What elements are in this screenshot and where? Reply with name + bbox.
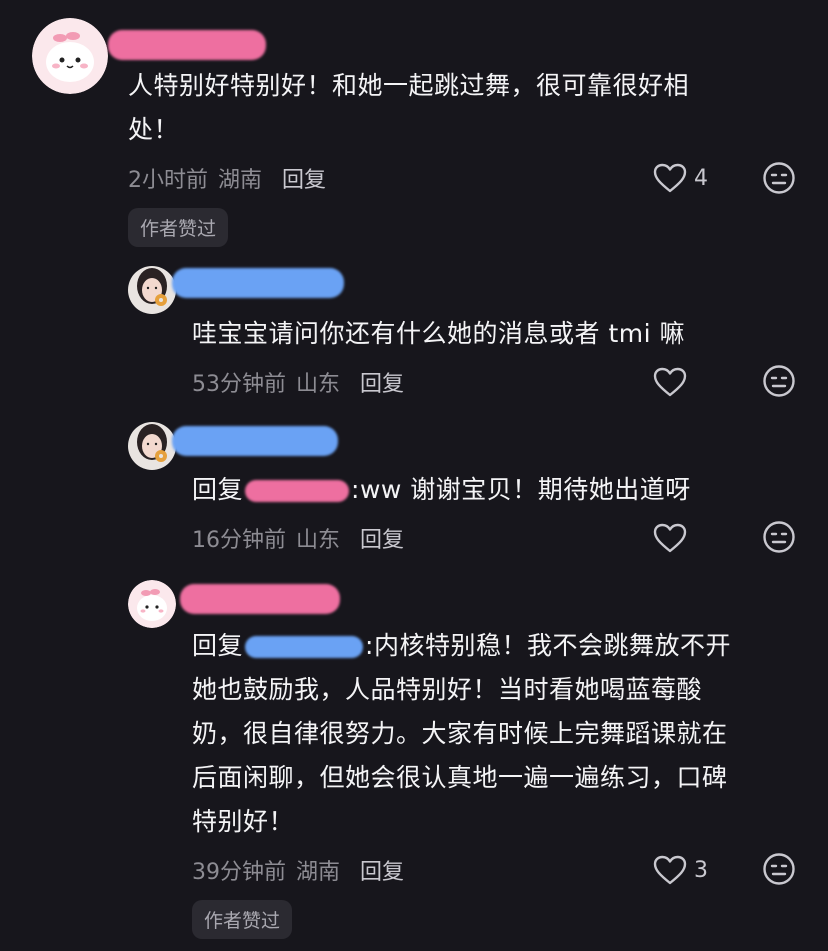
- comment-time: 16分钟前: [192, 528, 286, 553]
- comment-text-line: 哇宝宝请问你还有什么她的消息或者 tmi 嘛: [192, 319, 685, 348]
- redacted-username: [172, 426, 338, 456]
- comment-text-line: 后面闲聊，但她会很认真地一遍一遍练习，口碑: [192, 763, 728, 792]
- avatar[interactable]: [32, 18, 108, 94]
- reply-prefix: 回复: [192, 631, 244, 660]
- comment-text-line: 奶，很自律很努力。大家有时候上完舞蹈课就在: [192, 719, 728, 748]
- comment-time: 39分钟前: [192, 860, 286, 885]
- comment-location: 湖南: [218, 168, 263, 193]
- redacted-mention: [245, 480, 350, 502]
- dislike-button[interactable]: [762, 852, 796, 890]
- like-count: 3: [694, 857, 708, 883]
- reply-button[interactable]: 回复: [360, 366, 404, 398]
- comment-location: 湖南: [296, 860, 341, 885]
- redacted-username: [108, 30, 266, 60]
- redacted-username: [172, 268, 344, 298]
- reply-button[interactable]: 回复: [360, 854, 404, 886]
- meh-face-icon: [763, 853, 795, 885]
- like-button[interactable]: 4: [652, 162, 708, 194]
- meh-face-icon: [763, 521, 795, 553]
- reply-text: :ww 谢谢宝贝！期待她出道呀: [351, 475, 691, 504]
- reply-button[interactable]: 回复: [282, 162, 326, 194]
- comment-meta: 53分钟前 山东 回复: [192, 366, 404, 398]
- comment-meta: 39分钟前 湖南 回复: [192, 854, 404, 886]
- redacted-username: [180, 584, 340, 614]
- heart-outline-icon: [653, 163, 687, 193]
- avatar[interactable]: [128, 422, 176, 470]
- dislike-button[interactable]: [762, 520, 796, 558]
- author-liked-badge: 作者赞过: [128, 208, 229, 247]
- like-button[interactable]: [652, 366, 688, 398]
- comment-text-line: 她也鼓励我，人品特别好！当时看她喝蓝莓酸: [192, 675, 703, 704]
- dislike-button[interactable]: [762, 161, 796, 199]
- comment-text-line: 特别好！: [192, 807, 295, 836]
- comment-meta: 2小时前 湖南 回复: [128, 162, 326, 194]
- reply-prefix: 回复: [192, 475, 244, 504]
- reply-button[interactable]: 回复: [360, 522, 404, 554]
- comment-meta: 16分钟前 山东 回复: [192, 522, 404, 554]
- like-count: 4: [694, 165, 708, 191]
- comment-location: 山东: [296, 528, 341, 553]
- meh-face-icon: [763, 365, 795, 397]
- comment-time: 2小时前: [128, 168, 208, 193]
- like-button[interactable]: [652, 522, 688, 554]
- comment-time: 53分钟前: [192, 372, 286, 397]
- heart-outline-icon: [653, 367, 687, 397]
- comment-location: 山东: [296, 372, 341, 397]
- comment-text-line: 回复 :内核特别稳！我不会跳舞放不开: [192, 624, 731, 668]
- comment-text-line: 处！: [128, 115, 180, 144]
- meh-face-icon: [763, 162, 795, 194]
- heart-outline-icon: [653, 855, 687, 885]
- reply-text: :内核特别稳！我不会跳舞放不开: [365, 631, 731, 660]
- avatar[interactable]: [128, 580, 176, 628]
- comment-text-line: 人特别好特别好！和她一起跳过舞，很可靠很好相: [128, 71, 690, 100]
- like-button[interactable]: 3: [652, 854, 708, 886]
- heart-outline-icon: [653, 523, 687, 553]
- avatar[interactable]: [128, 266, 176, 314]
- author-liked-badge: 作者赞过: [192, 900, 293, 939]
- dislike-button[interactable]: [762, 364, 796, 402]
- comment-text-line: 回复 :ww 谢谢宝贝！期待她出道呀: [192, 468, 691, 512]
- comment-thread: 人特别好特别好！和她一起跳过舞，很可靠很好相 处！ 2小时前 湖南 回复 4 作…: [0, 0, 828, 951]
- redacted-mention: [245, 636, 364, 658]
